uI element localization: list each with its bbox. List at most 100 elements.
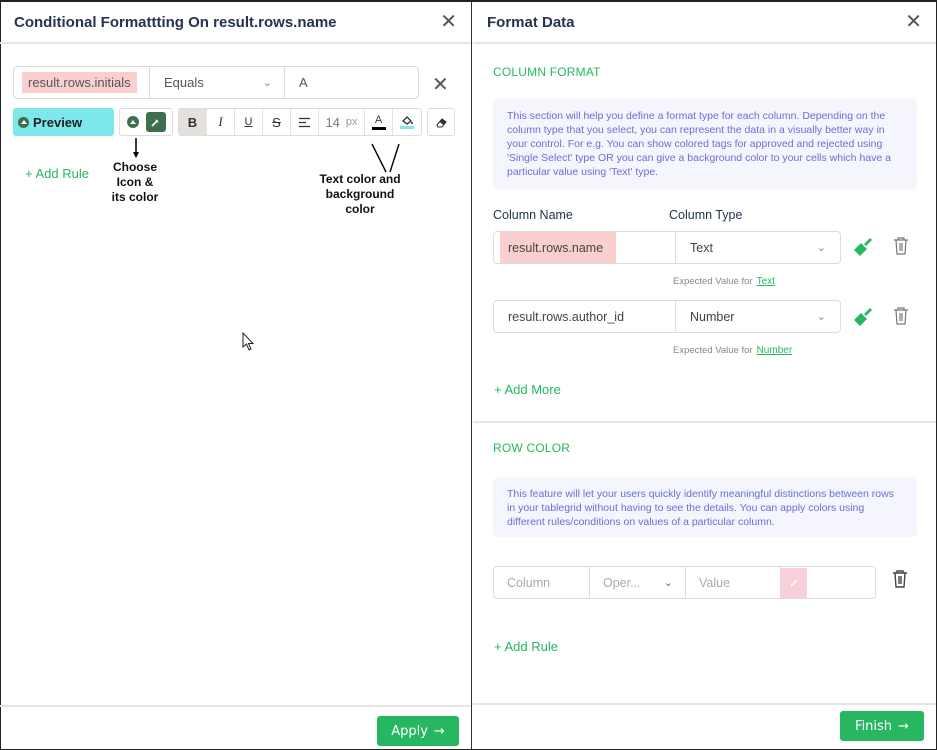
annotation-line: its color (111, 190, 159, 204)
chevron-down-icon: ⌄ (663, 577, 673, 589)
italic-button[interactable]: I (207, 109, 235, 135)
rule-value-input[interactable]: A (285, 67, 418, 98)
finish-button[interactable]: Finish → (840, 711, 924, 741)
font-size-input[interactable]: 14 px (319, 109, 365, 135)
panel-title: Format Data (487, 13, 575, 31)
column-type-value: Number (690, 309, 735, 324)
row-color-heading: ROW COLOR (493, 441, 571, 455)
paint-bucket-icon (401, 116, 413, 125)
background-color-swatch (400, 126, 414, 129)
add-rule-link[interactable]: + Add Rule (25, 166, 89, 181)
text-color-button[interactable]: A (365, 109, 393, 135)
font-size-value: 14 (325, 114, 340, 130)
row-color-value-input[interactable]: Value (686, 567, 781, 598)
rule-column-value: result.rows.initials (22, 72, 137, 93)
arrow-right-icon: → (433, 723, 445, 739)
eyedropper-icon (781, 567, 807, 598)
conditional-formatting-panel: Conditional Formattting On result.rows.n… (0, 2, 472, 749)
rule-row: result.rows.initials Equals ⌄ A (13, 66, 419, 99)
column-format-info: This section will help you define a form… (493, 99, 917, 189)
row-color-rule: Column Oper... ⌄ Value (493, 566, 876, 599)
expected-value-link[interactable]: Text (757, 276, 775, 287)
underline-button[interactable]: U (235, 109, 263, 135)
right-footer: Finish → (473, 703, 936, 749)
column-name-input[interactable]: result.rows.author_id (494, 301, 676, 332)
annotation-arrows-color (371, 143, 400, 173)
expected-value-prefix: Expected Value for (673, 276, 753, 287)
expected-value-hint: Expected Value for Text (673, 276, 775, 287)
left-footer: Apply → (0, 705, 471, 749)
column-format-row: result.rows.name Text ⌄ (493, 231, 841, 264)
row-color-picker[interactable] (781, 567, 875, 598)
expected-value-link[interactable]: Number (757, 345, 793, 356)
strikethrough-button[interactable]: S (263, 109, 291, 135)
align-left-icon (299, 117, 310, 127)
paint-brush-icon[interactable] (852, 306, 874, 328)
background-color-button[interactable] (393, 109, 421, 135)
annotation-line: Icon & (116, 175, 154, 189)
format-toolbar: Preview B I U S 14 px A (13, 108, 455, 136)
row-color-column-input[interactable]: Column (494, 567, 590, 598)
apply-button[interactable]: Apply → (377, 716, 459, 746)
expected-value-hint: Expected Value for Number (673, 345, 792, 356)
mouse-cursor-icon (242, 332, 255, 351)
chevron-down-icon: ⌄ (816, 311, 826, 323)
column-format-heading: COLUMN FORMAT (493, 65, 601, 79)
annotation-arrow-down (133, 138, 139, 158)
font-size-unit: px (345, 116, 358, 128)
align-button[interactable] (291, 109, 319, 135)
apply-label: Apply (391, 723, 428, 739)
column-type-select[interactable]: Number ⌄ (676, 301, 840, 332)
column-type-value: Text (690, 240, 713, 255)
trash-icon[interactable] (891, 569, 909, 589)
panel-header: Format Data ✕ (473, 2, 936, 44)
eyedropper-icon (151, 118, 159, 127)
close-icon[interactable]: ✕ (440, 12, 457, 32)
icon-select-button[interactable] (126, 116, 139, 128)
chevron-down-icon: ⌄ (816, 242, 826, 254)
rule-operator-value: Equals (164, 75, 204, 90)
preview-label: Preview (33, 114, 83, 130)
column-format-row: result.rows.author_id Number ⌄ (493, 300, 841, 333)
operator-placeholder: Oper... (603, 575, 641, 590)
clear-format-button[interactable] (427, 108, 455, 136)
text-color-swatch (371, 126, 386, 130)
column-name-label: Column Name (493, 208, 573, 222)
column-name-value: result.rows.author_id (508, 309, 625, 324)
chevron-down-icon: ⌄ (262, 77, 272, 89)
row-color-operator-select[interactable]: Oper... ⌄ (590, 567, 686, 598)
icon-color-picker-button[interactable] (145, 112, 166, 132)
preview-badge: Preview (13, 108, 114, 136)
trash-icon[interactable] (892, 236, 910, 256)
bold-button[interactable]: B (179, 109, 207, 135)
section-divider (473, 421, 936, 423)
column-name-value: result.rows.name (508, 240, 604, 255)
icon-chooser-group (119, 108, 173, 136)
annotation-line: color (345, 202, 375, 216)
trash-icon[interactable] (892, 306, 910, 326)
annotation-line: Text color and (319, 172, 401, 186)
rule-column-select[interactable]: result.rows.initials (14, 67, 150, 98)
preview-icon (18, 116, 29, 128)
close-icon[interactable]: ✕ (905, 12, 922, 32)
add-rule-link[interactable]: + Add Rule (494, 639, 558, 654)
value-placeholder: Value (699, 575, 731, 590)
annotation-line: background (325, 187, 395, 201)
panel-header: Conditional Formattting On result.rows.n… (0, 2, 471, 44)
column-type-select[interactable]: Text ⌄ (676, 232, 840, 263)
remove-rule-icon[interactable]: ✕ (432, 72, 449, 97)
column-name-input[interactable]: result.rows.name (494, 232, 676, 263)
icon-annotation: Choose Icon & its color (105, 160, 165, 205)
color-annotation: Text color and background color (310, 172, 410, 217)
annotation-line: Choose (112, 160, 157, 174)
column-placeholder: Column (507, 575, 551, 590)
rule-value-text: A (299, 75, 308, 90)
panel-title: Conditional Formattting On result.rows.n… (14, 13, 337, 31)
column-type-label: Column Type (669, 208, 743, 222)
rule-operator-select[interactable]: Equals ⌄ (150, 67, 285, 98)
finish-label: Finish (855, 718, 893, 734)
row-color-info: This feature will let your users quickly… (493, 477, 917, 537)
arrow-right-icon: → (898, 718, 909, 734)
add-more-link[interactable]: + Add More (494, 382, 561, 397)
paint-brush-icon[interactable] (852, 236, 874, 258)
